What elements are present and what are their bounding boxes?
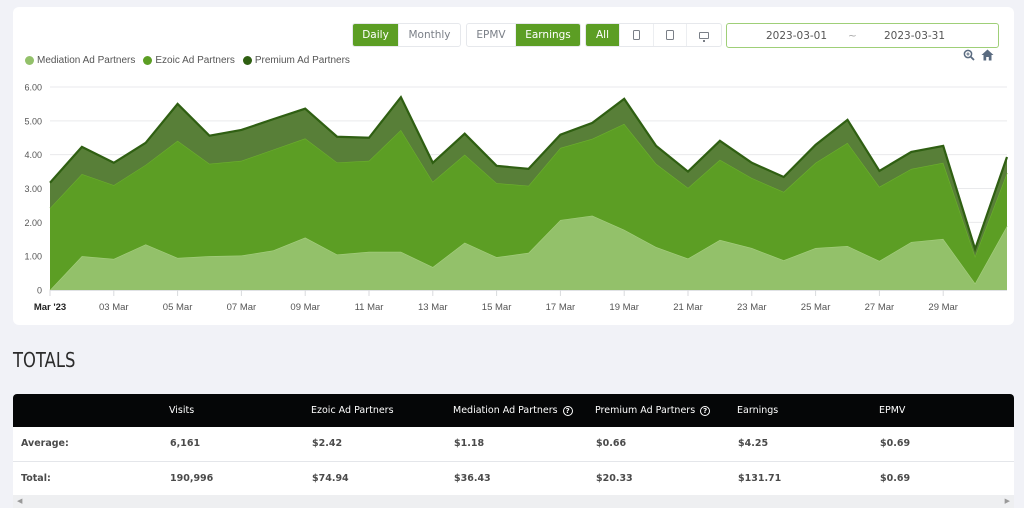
x-tick-label: 11 Mar [355, 302, 384, 313]
x-tick-label: 03 Mar [99, 302, 129, 313]
header-earnings: Earnings [737, 405, 779, 416]
x-tick-label: 23 Mar [737, 302, 767, 313]
header-premium: Premium Ad Partners ? [595, 394, 737, 427]
x-tick-label: 25 Mar [801, 302, 831, 313]
cell-visits: 190,996 [170, 472, 214, 484]
y-tick-label: 3.00 [24, 184, 42, 194]
table-header-row: Visits Ezoic Ad Partners Mediation Ad Pa… [13, 394, 1014, 427]
cell-premium: $20.33 [596, 472, 633, 484]
header-mediation-label: Mediation Ad Partners [453, 405, 558, 416]
x-tick-label: 13 Mar [418, 302, 448, 313]
table-row: Total: 190,996 $74.94 $36.43 $20.33 $131… [13, 461, 1014, 495]
cell-ezoic: $74.94 [312, 472, 349, 484]
scroll-right-arrow[interactable]: ▶ [1005, 497, 1010, 505]
cell-mediation: $1.18 [454, 438, 485, 450]
row-label: Total: [21, 472, 51, 484]
table-row: Average: 6,161 $2.42 $1.18 $0.66 $4.25 $… [13, 427, 1014, 461]
x-tick-label: 15 Mar [482, 302, 512, 313]
x-tick-label: 27 Mar [865, 302, 895, 313]
header-epmv: EPMV [879, 405, 906, 416]
x-tick-label: 21 Mar [673, 302, 703, 313]
cell-earnings: $4.25 [738, 438, 769, 450]
x-tick-label: Mar '23 [34, 302, 66, 313]
help-icon[interactable]: ? [700, 405, 711, 416]
cell-visits: 6,161 [170, 438, 201, 450]
y-tick-label: 4.00 [24, 150, 42, 160]
header-premium-label: Premium Ad Partners [595, 405, 696, 416]
horizontal-scrollbar[interactable]: ◀ ▶ [13, 495, 1014, 508]
x-tick-label: 07 Mar [227, 302, 257, 313]
header-mediation: Mediation Ad Partners ? [453, 394, 595, 427]
row-label: Average: [21, 438, 69, 450]
y-tick-label: 0 [37, 286, 42, 296]
y-tick-label: 5.00 [24, 116, 42, 126]
cell-mediation: $36.43 [454, 472, 491, 484]
y-tick-label: 1.00 [24, 252, 42, 262]
x-tick-label: 29 Mar [928, 302, 958, 313]
totals-title: TOTALS [13, 348, 76, 372]
x-tick-label: 09 Mar [290, 302, 320, 313]
cell-epmv: $0.69 [880, 438, 911, 450]
cell-premium: $0.66 [596, 438, 627, 450]
help-icon[interactable]: ? [562, 405, 573, 416]
cell-earnings: $131.71 [738, 472, 782, 484]
x-tick-label: 19 Mar [609, 302, 639, 313]
y-tick-label: 6.00 [24, 83, 42, 93]
y-tick-label: 2.00 [24, 218, 42, 228]
earnings-area-chart: 0 1.00 2.00 3.00 4.00 5.00 6.00 Mar '23 03 Mar 05… [24, 83, 1009, 313]
totals-table: Visits Ezoic Ad Partners Mediation Ad Pa… [13, 394, 1014, 508]
header-visits: Visits [169, 405, 195, 416]
header-ezoic: Ezoic Ad Partners [311, 405, 394, 416]
scroll-left-arrow[interactable]: ◀ [17, 497, 22, 505]
x-tick-label: 17 Mar [546, 302, 576, 313]
cell-epmv: $0.69 [880, 472, 911, 484]
header-label [13, 394, 169, 427]
cell-ezoic: $2.42 [312, 438, 343, 450]
x-tick-label: 05 Mar [163, 302, 193, 313]
